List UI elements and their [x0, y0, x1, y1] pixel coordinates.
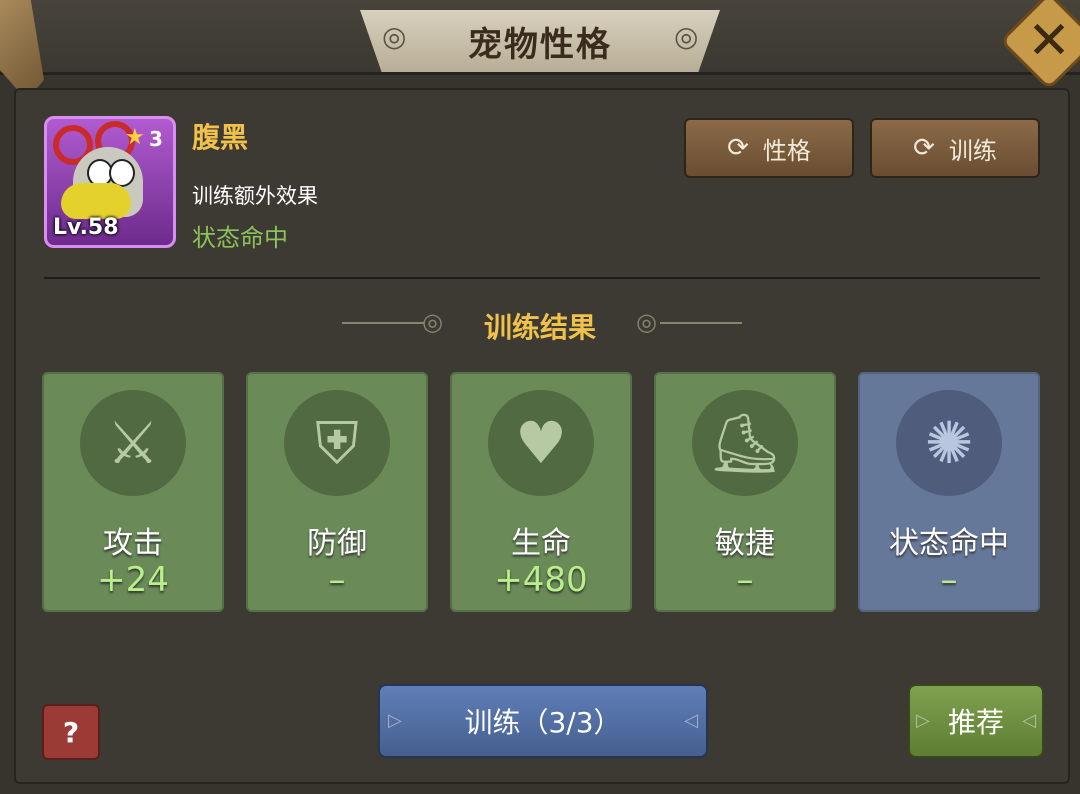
stat-label: 敏捷 — [715, 526, 775, 561]
pet-level: Lv.58 — [53, 215, 119, 240]
spiral-badge-icon: ✺ — [896, 390, 1002, 496]
change-personality-button[interactable]: ⟳ 性格 — [684, 118, 854, 178]
change-personality-label: 性格 — [762, 136, 811, 165]
stat-card-hp: ♥ 生命 +480 — [450, 372, 632, 612]
sword-icon: ⚔ — [80, 390, 186, 496]
recommend-button-label: 推荐 — [947, 706, 1004, 739]
stat-value: – — [940, 560, 958, 600]
pet-rank: 3 — [149, 127, 163, 151]
train-top-button[interactable]: ⟳ 训练 — [870, 118, 1040, 178]
section-line-left — [342, 322, 424, 324]
train-button-label: 训练（3/3） — [464, 706, 622, 739]
stat-card-attack: ⚔ 攻击 +24 — [42, 372, 224, 612]
pet-name: 腹黑 — [192, 121, 249, 154]
swirl-right-icon: ◎ — [636, 308, 657, 336]
stat-value: +24 — [97, 560, 169, 600]
train-top-label: 训练 — [948, 136, 997, 165]
stat-value: – — [328, 560, 346, 600]
divider — [44, 277, 1040, 279]
bonus-label: 训练额外效果 — [192, 184, 318, 208]
stat-value: – — [736, 560, 754, 600]
stat-card-defense: ⛨ 防御 – — [246, 372, 428, 612]
section-title: 训练结果 — [483, 311, 596, 344]
stat-label: 防御 — [307, 526, 367, 561]
arrow-right-icon: ▷ — [916, 710, 930, 731]
close-icon[interactable]: ✕ — [1014, 6, 1080, 76]
boot-icon: ⛸ — [692, 390, 798, 496]
heart-plus-icon: ♥ — [488, 390, 594, 496]
arrow-left-icon: ◁ — [684, 710, 698, 731]
pet-beak — [61, 183, 131, 219]
stat-card-status-hit: ✺ 状态命中 – — [858, 372, 1040, 612]
refresh-icon: ⟳ — [913, 133, 935, 163]
stat-label: 生命 — [511, 526, 571, 561]
shield-icon: ⛨ — [284, 390, 390, 496]
train-button[interactable]: ▷ 训练（3/3） ◁ — [378, 684, 708, 758]
arrow-right-icon: ▷ — [388, 710, 402, 731]
arrow-left-icon: ◁ — [1022, 710, 1036, 731]
recommend-button[interactable]: ▷ 推荐 ◁ — [908, 684, 1044, 758]
title-plate: 宠物性格 — [360, 10, 720, 72]
stat-card-agility: ⛸ 敏捷 – — [654, 372, 836, 612]
pet-avatar[interactable]: ★ 3 Lv.58 — [44, 116, 176, 248]
swirl-right-icon: ◎ — [674, 20, 699, 53]
section-line-right — [660, 322, 742, 324]
star-icon: ★ — [125, 125, 145, 150]
bonus-value: 状态命中 — [192, 224, 288, 252]
swirl-left-icon: ◎ — [382, 20, 407, 53]
refresh-icon: ⟳ — [727, 133, 749, 163]
page-title: 宠物性格 — [468, 24, 612, 65]
stat-label: 攻击 — [103, 526, 163, 561]
stat-label: 状态命中 — [889, 526, 1009, 561]
stat-value: +480 — [494, 560, 588, 600]
help-button[interactable]: ? — [42, 704, 100, 760]
